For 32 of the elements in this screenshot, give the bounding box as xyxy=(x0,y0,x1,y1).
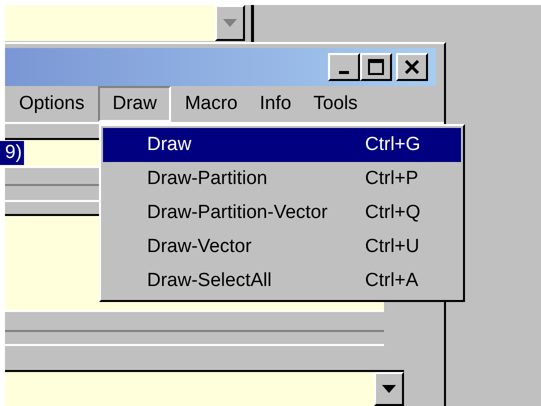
maximize-button[interactable] xyxy=(360,53,392,81)
menu-item[interactable]: Macro xyxy=(176,86,246,122)
field-value: 9) xyxy=(0,141,24,165)
shortcut-label: Ctrl+P xyxy=(365,166,418,191)
menu-entry-label: Draw xyxy=(147,132,192,157)
caret-icon xyxy=(223,19,237,27)
menu-entry[interactable]: Draw-SelectAll Ctrl+A xyxy=(103,264,461,298)
close-button[interactable] xyxy=(396,53,428,81)
dropdown-button[interactable] xyxy=(374,372,404,406)
menu-entry[interactable]: Draw Ctrl+G xyxy=(103,128,461,162)
menu-item[interactable]: Tools xyxy=(305,86,366,122)
maximize-icon xyxy=(368,59,384,75)
combo-field[interactable] xyxy=(5,5,215,41)
menu-entry-label: Draw-Partition-Vector xyxy=(147,200,329,225)
shortcut-label: Ctrl+U xyxy=(365,234,420,259)
minimize-icon xyxy=(339,70,349,74)
shortcut-label: Ctrl+Q xyxy=(365,200,420,225)
shortcut-label: Ctrl+G xyxy=(365,132,420,157)
menu-entry[interactable]: Draw-Partition Ctrl+P xyxy=(103,162,461,196)
menu-item[interactable]: Options xyxy=(11,86,92,122)
shortcut-label: Ctrl+A xyxy=(365,268,418,293)
combo-field[interactable] xyxy=(5,372,374,406)
menu-entry-label: Draw-Vector xyxy=(147,234,253,259)
menu-item[interactable]: Draw xyxy=(98,86,171,122)
caret-icon xyxy=(382,385,396,393)
menu-entry[interactable]: Draw-Vector Ctrl+U xyxy=(103,230,461,264)
menu-entry-label: Draw-SelectAll xyxy=(147,268,273,293)
menu-entry[interactable]: Draw-Partition-Vector Ctrl+Q xyxy=(103,196,461,230)
minimize-button[interactable] xyxy=(328,53,360,81)
menu-entry-label: Draw-Partition xyxy=(147,166,268,191)
menu-item[interactable]: Info xyxy=(252,86,300,122)
close-icon xyxy=(404,60,420,74)
